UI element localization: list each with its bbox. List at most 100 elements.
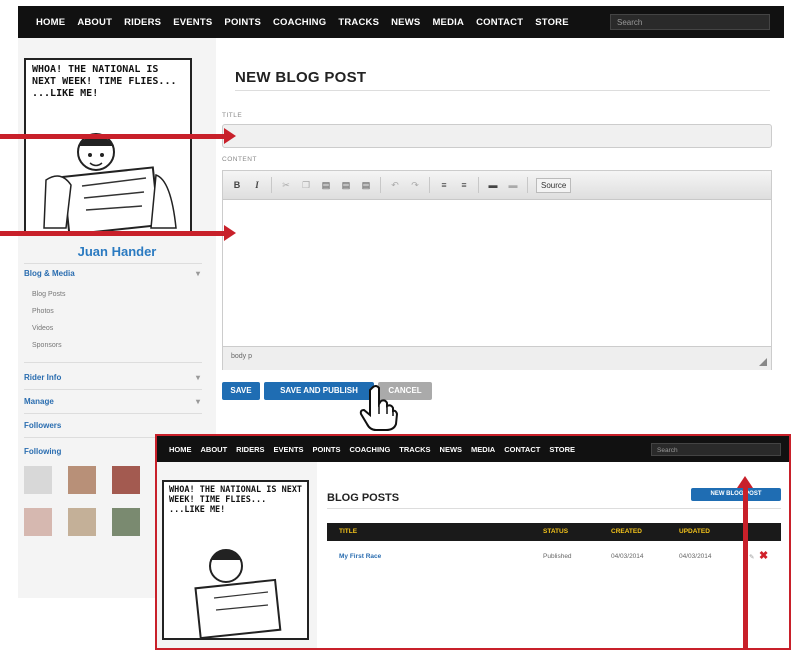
paste-word-icon[interactable]: ▤ (360, 180, 372, 191)
title-label: TITLE (222, 112, 243, 119)
chevron-down-icon: ▾ (195, 373, 200, 382)
sidebar-subitem-blog-posts[interactable]: Blog Posts (32, 291, 65, 298)
nav-coaching[interactable]: COACHING (349, 445, 390, 454)
nav-points[interactable]: POINTS (313, 445, 341, 454)
sidebar-item-rider-info[interactable]: Rider Info ▾ (24, 373, 204, 382)
comic-illustration (194, 549, 282, 638)
chevron-down-icon: ▾ (195, 397, 200, 406)
sidebar-divider (24, 389, 202, 390)
sidebar-divider (24, 362, 202, 363)
sidebar-divider (24, 263, 202, 264)
undo-icon[interactable]: ↶ (389, 180, 401, 191)
follower-avatar[interactable] (24, 508, 52, 536)
post-title-link[interactable]: My First Race (339, 553, 381, 560)
element-path: body p (231, 353, 253, 360)
toolbar-separator (478, 177, 479, 193)
hand-cursor-icon (359, 385, 398, 431)
toolbar-separator (429, 177, 430, 193)
arrow-head-icon (224, 128, 236, 144)
post-status: Published (543, 553, 572, 560)
sidebar-item-followers[interactable]: Followers (24, 421, 204, 430)
sidebar-item-label: Rider Info (24, 373, 62, 382)
save-button[interactable]: SAVE (222, 382, 260, 400)
inset-top-nav: HOME ABOUT RIDERS EVENTS POINTS COACHING… (157, 436, 789, 462)
column-header-updated[interactable]: UPDATED (679, 528, 710, 535)
sidebar-item-label: Blog & Media (24, 269, 75, 278)
nav-news[interactable]: NEWS (440, 445, 463, 454)
follower-avatar[interactable] (68, 466, 96, 494)
chevron-down-icon: ▾ (195, 269, 200, 278)
nav-events[interactable]: EVENTS (274, 445, 304, 454)
sidebar-subitem-sponsors[interactable]: Sponsors (32, 342, 62, 349)
numbered-list-icon[interactable]: ≡ (438, 180, 450, 190)
sidebar-subitem-photos[interactable]: Photos (32, 308, 54, 315)
follower-avatar[interactable] (112, 508, 140, 536)
nav-about[interactable]: ABOUT (201, 445, 228, 454)
copy-icon[interactable]: ❐ (300, 180, 312, 191)
search-input[interactable]: Search (651, 442, 781, 456)
follower-avatar[interactable] (112, 466, 140, 494)
nav-riders[interactable]: RIDERS (124, 17, 161, 28)
resize-handle-icon[interactable] (759, 358, 767, 366)
title-divider (235, 90, 770, 91)
edit-icon[interactable]: ✎ (749, 553, 754, 561)
nav-store[interactable]: STORE (535, 17, 569, 28)
nav-contact[interactable]: CONTACT (476, 17, 523, 28)
arrow-head-icon (737, 476, 753, 488)
link-icon[interactable]: ▬ (487, 180, 499, 190)
cut-icon[interactable]: ✂ (280, 180, 292, 191)
nav-home[interactable]: HOME (169, 445, 192, 454)
table-header: TITLE STATUS CREATED UPDATED (327, 523, 781, 541)
paste-icon[interactable]: ▤ (320, 180, 332, 191)
inset-sidebar: WHOA! THE NATIONAL IS NEXT WEEK! TIME FL… (157, 462, 317, 648)
nav-contact[interactable]: CONTACT (504, 445, 540, 454)
redo-icon[interactable]: ↷ (409, 180, 421, 191)
new-blog-post-button[interactable]: NEW BLOG POST (691, 488, 781, 501)
page-title: NEW BLOG POST (235, 69, 367, 86)
profile-name[interactable]: Juan Hander (18, 244, 216, 259)
nav-coaching[interactable]: COACHING (273, 17, 326, 28)
column-header-title[interactable]: TITLE (339, 528, 357, 535)
follower-avatar[interactable] (68, 508, 96, 536)
nav-about[interactable]: ABOUT (77, 17, 112, 28)
nav-store[interactable]: STORE (549, 445, 575, 454)
title-input[interactable] (222, 124, 772, 148)
unlink-icon[interactable]: ▬ (507, 180, 519, 190)
nav-media[interactable]: MEDIA (471, 445, 495, 454)
comic-illustration (43, 133, 177, 232)
nav-media[interactable]: MEDIA (432, 17, 464, 28)
toolbar-separator (380, 177, 381, 193)
inset-screenshot: HOME ABOUT RIDERS EVENTS POINTS COACHING… (155, 434, 791, 650)
profile-comic-image: WHOA! THE NATIONAL IS NEXT WEEK! TIME FL… (24, 58, 192, 234)
editor-statusbar: body p (223, 346, 771, 370)
bulleted-list-icon[interactable]: ≡ (458, 180, 470, 190)
sidebar-item-manage[interactable]: Manage ▾ (24, 397, 204, 406)
content-label: CONTENT (222, 156, 257, 163)
annotation-arrow (0, 231, 224, 236)
bold-button[interactable]: B (231, 180, 243, 190)
source-button[interactable]: Source (536, 177, 572, 193)
paste-text-icon[interactable]: ▤ (340, 180, 352, 191)
nav-tracks[interactable]: TRACKS (338, 17, 379, 28)
nav-events[interactable]: EVENTS (173, 17, 212, 28)
nav-home[interactable]: HOME (36, 17, 65, 28)
search-input[interactable]: Search (610, 14, 770, 30)
post-updated-date: 04/03/2014 (679, 553, 712, 560)
content-editor[interactable] (222, 170, 772, 370)
nav-tracks[interactable]: TRACKS (399, 445, 430, 454)
profile-comic-image: WHOA! THE NATIONAL IS NEXT WEEK! TIME FL… (162, 480, 309, 640)
nav-news[interactable]: NEWS (391, 17, 420, 28)
editor-toolbar: B I ✂ ❐ ▤ ▤ ▤ ↶ ↷ ≡ ≡ ▬ ▬ Source (223, 171, 771, 200)
column-header-status[interactable]: STATUS (543, 528, 568, 535)
heading-divider (327, 508, 781, 509)
sidebar-subitem-videos[interactable]: Videos (32, 325, 53, 332)
italic-button[interactable]: I (251, 180, 263, 190)
sidebar-item-label: Manage (24, 397, 54, 406)
follower-avatar[interactable] (24, 466, 52, 494)
nav-points[interactable]: POINTS (224, 17, 261, 28)
sidebar-item-blog-media[interactable]: Blog & Media ▾ (24, 269, 204, 278)
annotation-arrow (0, 134, 224, 139)
delete-icon[interactable]: ✖ (759, 549, 768, 562)
column-header-created[interactable]: CREATED (611, 528, 642, 535)
nav-riders[interactable]: RIDERS (236, 445, 264, 454)
